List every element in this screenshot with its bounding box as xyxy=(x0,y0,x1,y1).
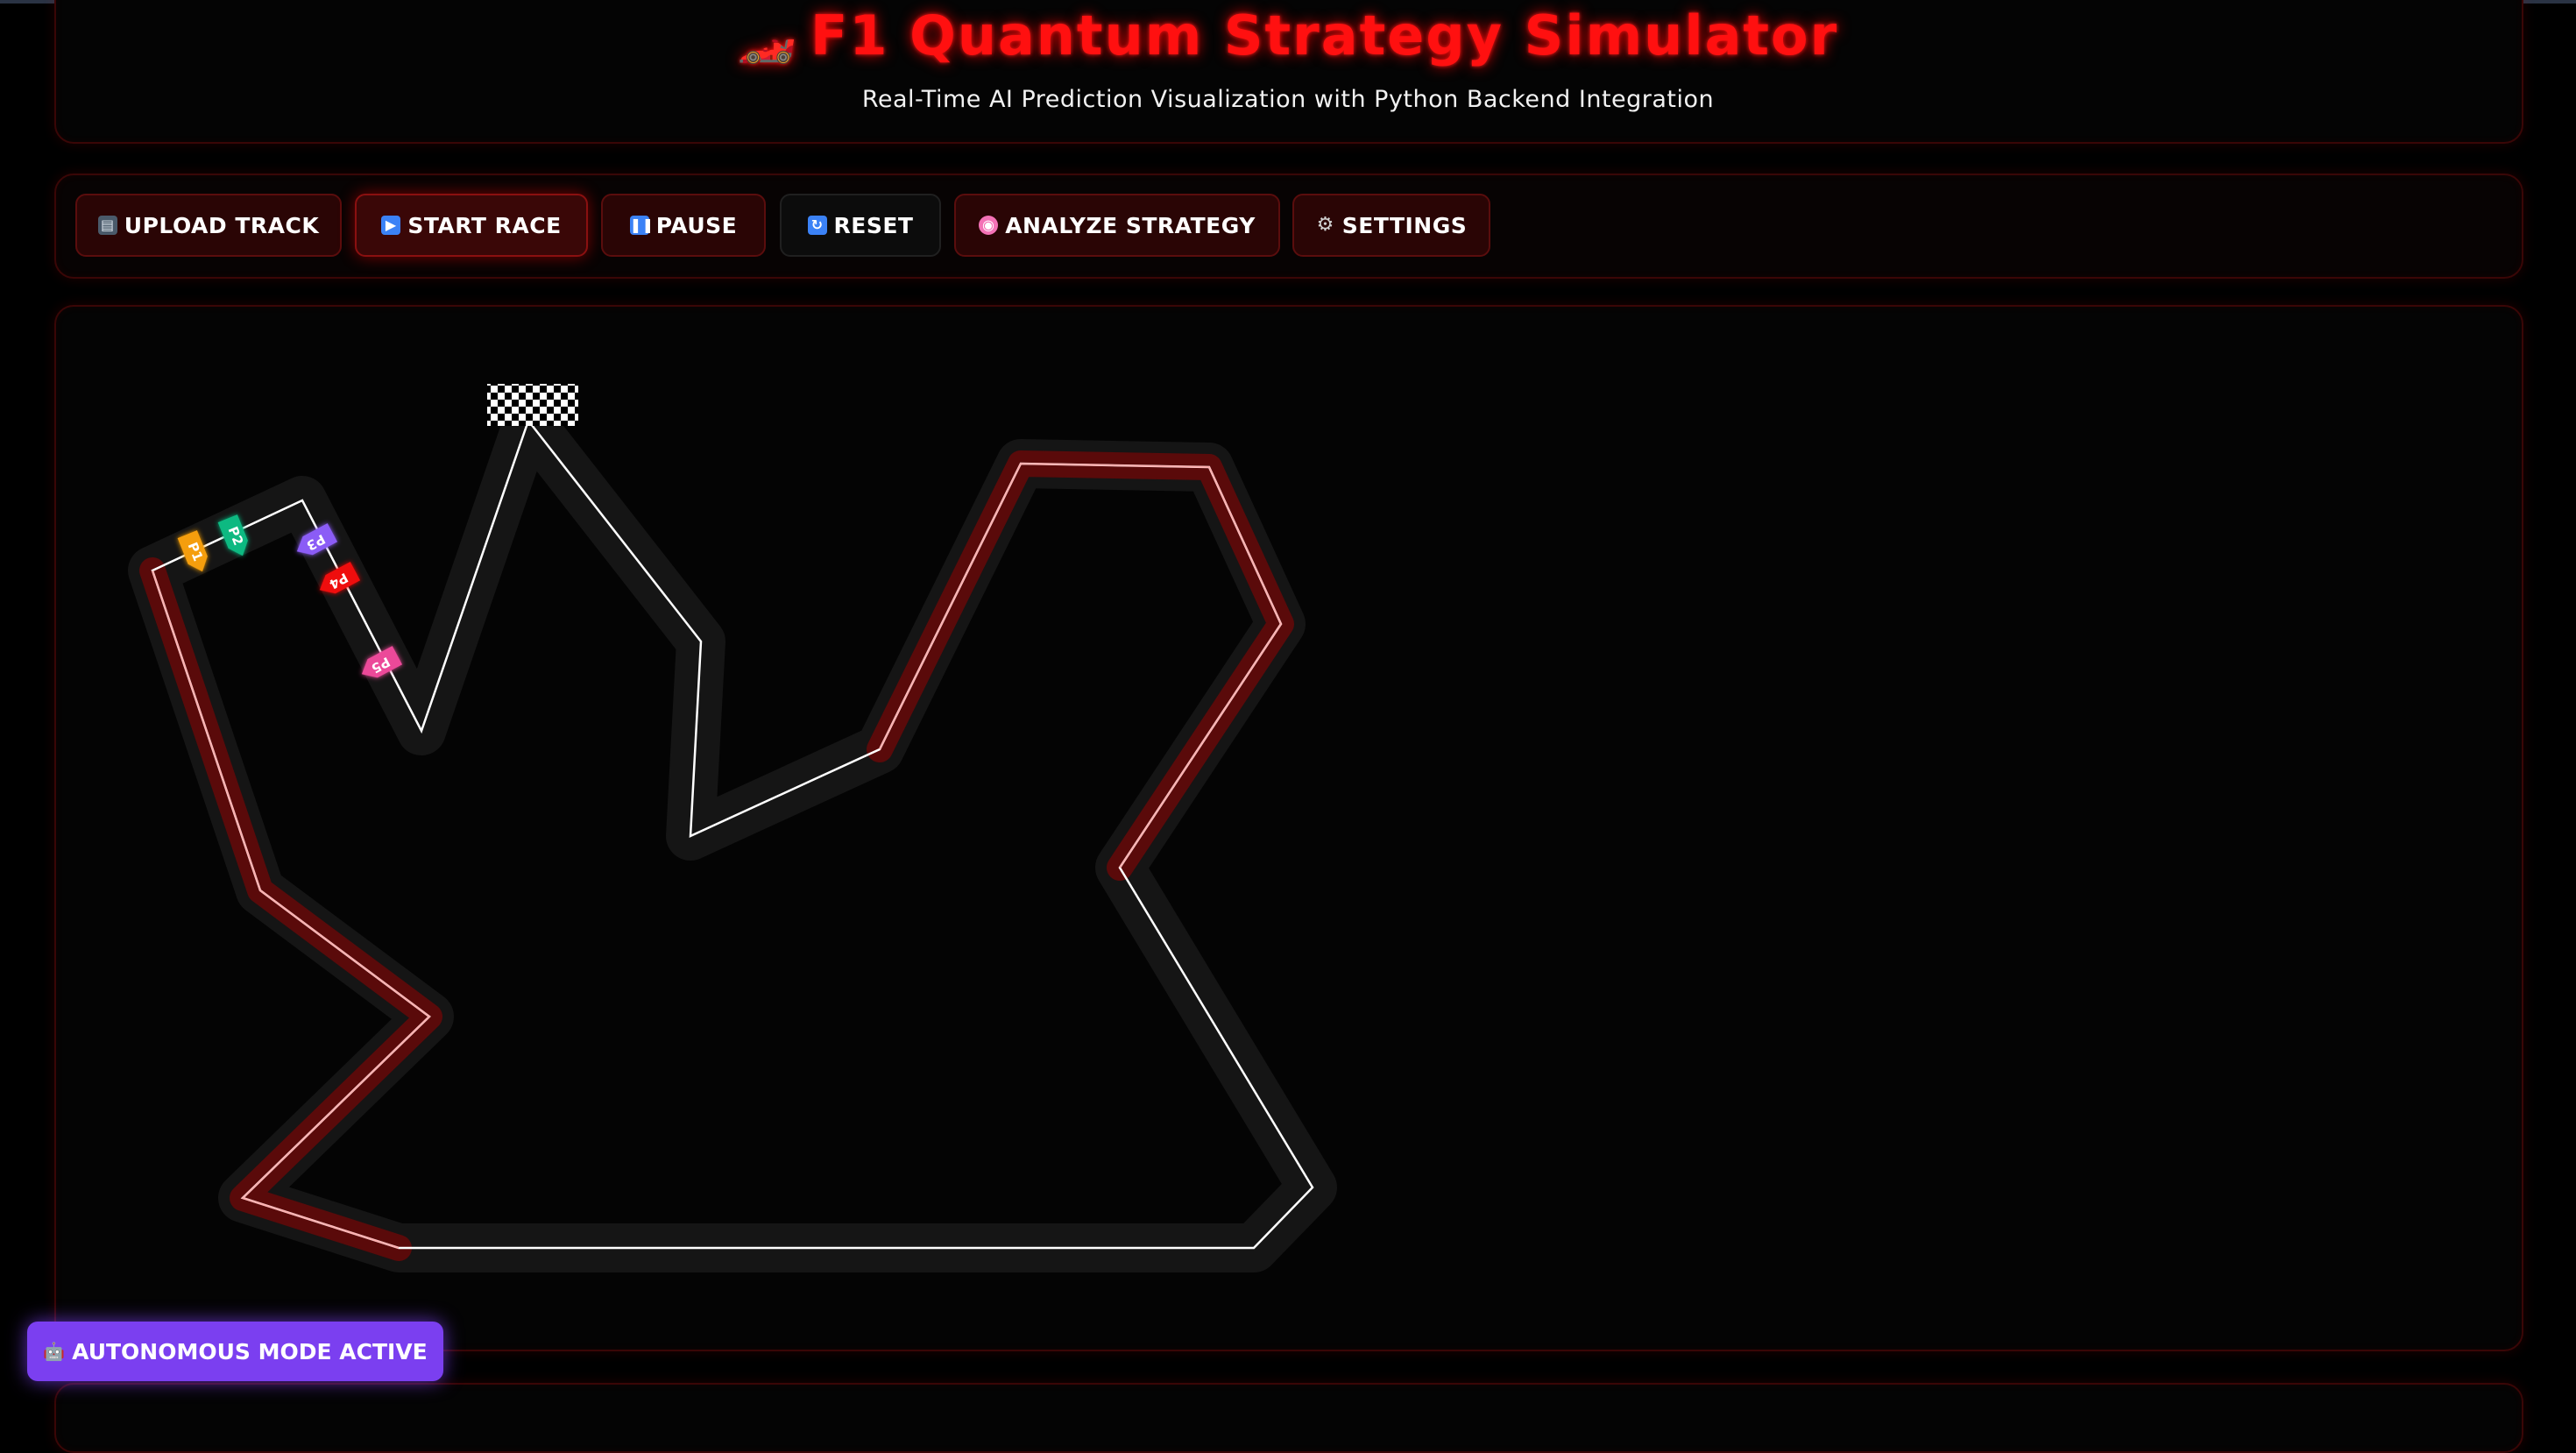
autonomous-mode-badge[interactable]: 🤖 AUTONOMOUS MODE ACTIVE xyxy=(27,1322,443,1381)
bottom-panel xyxy=(54,1383,2523,1453)
finish-line-flag xyxy=(487,384,578,426)
robot-icon: 🤖 xyxy=(43,1341,66,1362)
track-canvas: P1 P2 P3 P4 P5 xyxy=(128,384,1337,1272)
autonomous-mode-label: AUTONOMOUS MODE ACTIVE xyxy=(72,1338,428,1364)
